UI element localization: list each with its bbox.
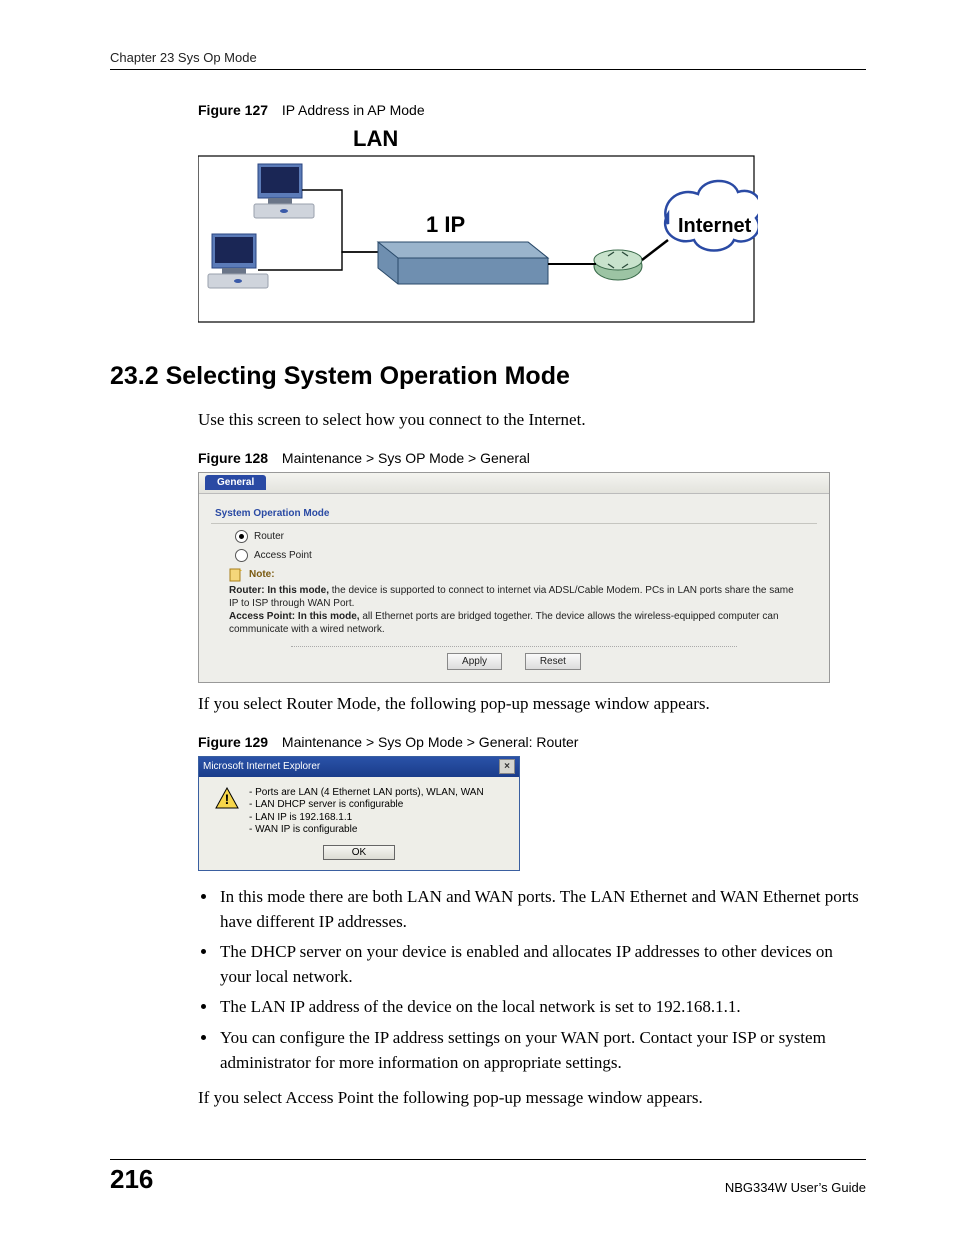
intro-text: Use this screen to select how you connec… [198, 409, 866, 432]
pc-icon [254, 164, 314, 218]
section-heading: 23.2 Selecting System Operation Mode [110, 362, 866, 391]
radio-access-point[interactable] [235, 549, 248, 562]
figure127-diagram: LAN [198, 124, 758, 324]
bullet-list: In this mode there are both LAN and WAN … [218, 885, 866, 1075]
popup-line: - WAN IP is configurable [249, 824, 484, 837]
note-icon [229, 568, 243, 582]
popup-line: - LAN DHCP server is configurable [249, 799, 484, 812]
popup-titlebar: Microsoft Internet Explorer × [199, 757, 519, 777]
reset-button[interactable]: Reset [525, 653, 581, 670]
internet-cloud: Internet [665, 181, 758, 251]
list-item: The DHCP server on your device is enable… [218, 940, 866, 989]
page-footer: 216 NBG334W User’s Guide [110, 1159, 866, 1195]
lan-label: LAN [353, 126, 398, 151]
postbullets-text: If you select Access Point the following… [198, 1087, 866, 1110]
figure128-label: Figure 128 [198, 450, 268, 466]
radio-router-label: Router [254, 531, 284, 542]
figure129-caption: Figure 129 Maintenance > Sys Op Mode > G… [198, 734, 866, 750]
figure129-label: Figure 129 [198, 734, 268, 750]
radio-router[interactable] [235, 530, 248, 543]
radio-access-point-label: Access Point [254, 550, 312, 561]
figure128-screenshot: General System Operation Mode Router Acc… [198, 472, 830, 683]
warning-icon: ! [215, 787, 239, 837]
figure129-popup: Microsoft Internet Explorer × ! - Ports … [198, 756, 520, 871]
figure127-caption: Figure 127 IP Address in AP Mode [198, 102, 866, 118]
popup-line: - Ports are LAN (4 Ethernet LAN ports), … [249, 787, 484, 800]
figure129-title: Maintenance > Sys Op Mode > General: Rou… [282, 734, 579, 750]
svg-text:!: ! [225, 791, 230, 807]
popup-message: - Ports are LAN (4 Ethernet LAN ports), … [249, 787, 484, 837]
panel-title: System Operation Mode [211, 502, 817, 524]
page-number: 216 [110, 1164, 153, 1195]
popup-line: - LAN IP is 192.168.1.1 [249, 812, 484, 825]
list-item: The LAN IP address of the device on the … [218, 995, 866, 1020]
note-ap-text: Access Point: In this mode, all Ethernet… [229, 610, 805, 636]
figure127-title: IP Address in AP Mode [282, 102, 425, 118]
popup-title-text: Microsoft Internet Explorer [203, 761, 320, 772]
button-row: Apply Reset [291, 646, 737, 670]
router-icon [378, 242, 548, 284]
oneip-label: 1 IP [426, 212, 465, 237]
chapter-header: Chapter 23 Sys Op Mode [110, 50, 866, 70]
post128-text: If you select Router Mode, the following… [198, 693, 866, 716]
tab-general[interactable]: General [205, 475, 266, 490]
figure128-title: Maintenance > Sys OP Mode > General [282, 450, 530, 466]
note-label: Note: [249, 569, 275, 580]
pc-icon [208, 234, 268, 288]
list-item: In this mode there are both LAN and WAN … [218, 885, 866, 934]
ok-button[interactable]: OK [323, 845, 395, 860]
note-router-text: Router: In this mode, the device is supp… [229, 584, 805, 610]
list-item: You can configure the IP address setting… [218, 1026, 866, 1075]
apply-button[interactable]: Apply [447, 653, 502, 670]
figure127-label: Figure 127 [198, 102, 268, 118]
tabbar: General [199, 473, 829, 494]
internet-label: Internet [678, 215, 752, 237]
close-icon[interactable]: × [499, 759, 515, 774]
modem-icon [594, 250, 642, 280]
figure128-caption: Figure 128 Maintenance > Sys OP Mode > G… [198, 450, 866, 466]
guide-name: NBG334W User’s Guide [725, 1180, 866, 1195]
